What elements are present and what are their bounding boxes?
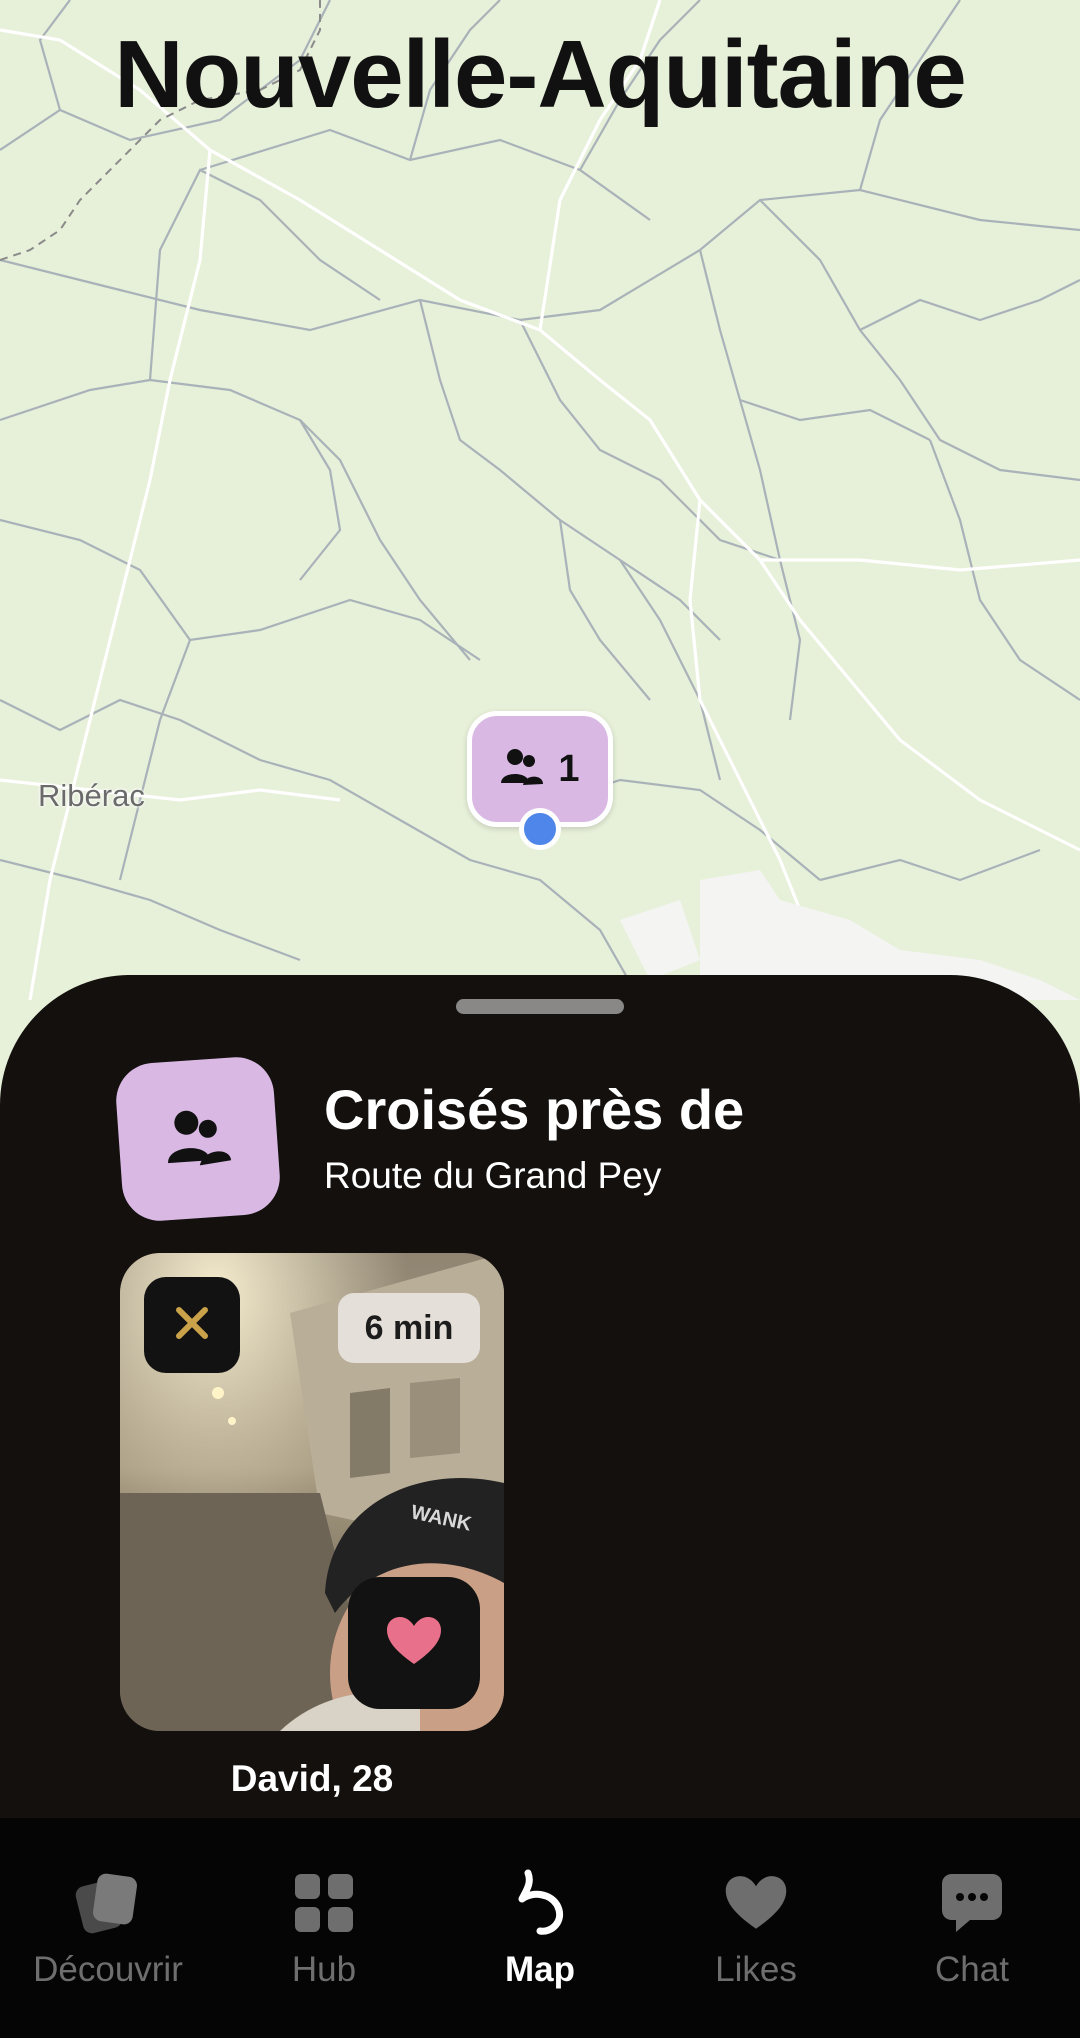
tab-map[interactable]: Map (432, 1818, 648, 2038)
bottom-tab-bar: Découvrir Hub Map Likes Chat (0, 1818, 1080, 2038)
sheet-subtitle: Route du Grand Pey (324, 1155, 662, 1196)
map-logo-icon (514, 1868, 566, 1938)
tab-label: Hub (291, 1950, 357, 1989)
town-label: Ribérac (38, 778, 145, 813)
group-icon (163, 1103, 234, 1174)
tab-label: Chat (935, 1950, 1009, 1989)
cluster-count: 1 (558, 747, 580, 790)
tab-chat[interactable]: Chat (864, 1818, 1080, 2038)
close-icon (174, 1305, 210, 1346)
tab-hub[interactable]: Hub (216, 1818, 432, 2038)
map-roads (0, 0, 1080, 1000)
profile-card[interactable]: WANK 6 min (120, 1253, 504, 1731)
like-button[interactable] (348, 1577, 480, 1709)
profile-name: David, 28 (230, 1758, 394, 1799)
time-ago-badge: 6 min (338, 1293, 480, 1363)
chat-bubble-icon (940, 1868, 1004, 1938)
tab-label: Likes (715, 1950, 797, 1989)
cards-icon (75, 1868, 141, 1938)
group-badge (113, 1054, 283, 1224)
tab-label: Découvrir (33, 1950, 183, 1989)
tab-decouvrir[interactable]: Découvrir (0, 1818, 216, 2038)
heart-icon (386, 1616, 442, 1671)
grid-icon (293, 1868, 355, 1938)
heart-icon (724, 1868, 788, 1938)
sheet-drag-handle[interactable] (456, 999, 624, 1014)
tab-likes[interactable]: Likes (648, 1818, 864, 2038)
dismiss-button[interactable] (144, 1277, 240, 1373)
sheet-title: Croisés près de (324, 1078, 745, 1141)
group-icon (500, 747, 544, 792)
bottom-sheet: Croisés près de Route du Grand Pey WANK … (0, 975, 1080, 1925)
map-view[interactable]: Nouvelle-Aquitaine Ribérac 1 (0, 0, 1080, 1000)
tab-label: Map (505, 1950, 575, 1989)
region-title: Nouvelle-Aquitaine (114, 21, 966, 128)
user-location-dot (519, 808, 561, 850)
